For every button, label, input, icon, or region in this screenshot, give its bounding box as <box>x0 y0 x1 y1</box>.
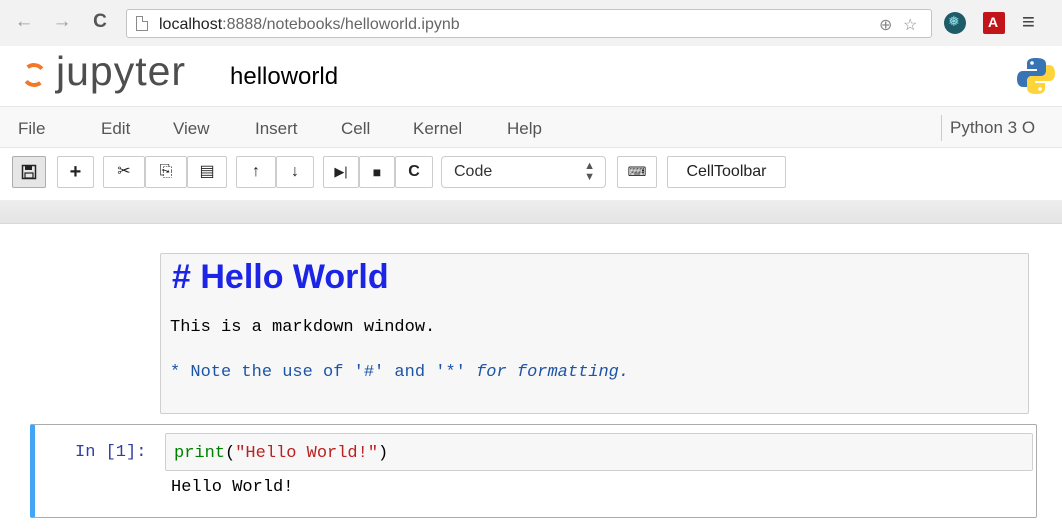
keyboard-icon: ⌨ <box>627 164 647 179</box>
menu-help[interactable]: Help <box>507 119 542 139</box>
cell-type-select[interactable]: Code ▲ ▼ <box>441 156 606 188</box>
cut-button[interactable]: ✂ <box>103 156 145 188</box>
url-host: localhost <box>159 16 223 33</box>
menu-view[interactable]: View <box>173 119 210 139</box>
stop-icon: ■ <box>372 164 382 180</box>
forward-arrow-icon[interactable]: → <box>50 10 74 34</box>
select-arrows-icon: ▲ ▼ <box>584 160 595 183</box>
celltoolbar-button[interactable]: CellToolbar <box>667 156 786 188</box>
move-down-icon: ↓ <box>291 163 299 180</box>
move-up-button[interactable]: ↑ <box>236 156 276 188</box>
paste-button[interactable]: ▤ <box>187 156 227 188</box>
markdown-note-text: * Note the use of '#' and '*' <box>170 363 477 382</box>
star-icon[interactable]: ☆ <box>903 15 917 35</box>
code-string: "Hello World!" <box>235 444 379 463</box>
url-path: :8888/notebooks/helloworld.ipynb <box>222 16 460 33</box>
code-paren-close: ) <box>378 444 389 463</box>
markdown-heading: # Hello World <box>172 258 389 296</box>
url-text[interactable]: localhost:8888/notebooks/helloworld.ipyn… <box>159 16 460 34</box>
menu-cell[interactable]: Cell <box>341 119 370 139</box>
copy-icon: ⎘ <box>159 163 173 180</box>
jupyter-logo-text[interactable]: jupyter <box>56 48 186 95</box>
code-builtin: print <box>174 444 226 463</box>
zoom-icon[interactable]: ⊕ <box>879 15 892 35</box>
markdown-cell[interactable]: # Hello World This is a markdown window.… <box>160 253 1029 414</box>
back-arrow-icon[interactable]: ← <box>12 10 36 34</box>
menu-insert[interactable]: Insert <box>255 119 298 139</box>
code-editor[interactable]: print("Hello World!") <box>165 433 1033 471</box>
notebook-name[interactable]: helloworld <box>230 63 338 91</box>
menu-edit[interactable]: Edit <box>101 119 130 139</box>
run-icon: ▶| <box>334 164 348 179</box>
cut-icon: ✂ <box>117 163 131 180</box>
kernel-indicator[interactable]: Python 3 O <box>941 115 1035 141</box>
restart-icon: C <box>408 163 420 180</box>
run-button[interactable]: ▶| <box>323 156 359 188</box>
stop-button[interactable]: ■ <box>359 156 395 188</box>
extension-icon[interactable] <box>944 12 966 34</box>
page-icon <box>136 16 148 31</box>
move-down-button[interactable]: ↓ <box>276 156 314 188</box>
markdown-line: This is a markdown window. <box>170 318 436 337</box>
browser-toolbar: ← → C localhost:8888/notebooks/helloworl… <box>0 0 1062 46</box>
markdown-list-item: * Note the use of '#' and '*' for format… <box>170 363 629 382</box>
markdown-emphasis: for formatting. <box>476 363 630 382</box>
keyboard-shortcuts-button[interactable]: ⌨ <box>617 156 657 188</box>
cell-type-value: Code <box>454 163 493 180</box>
reload-icon[interactable]: C <box>88 10 112 34</box>
menu-icon[interactable]: ≡ <box>1022 10 1035 34</box>
restart-button[interactable]: C <box>395 156 433 188</box>
menu-kernel[interactable]: Kernel <box>413 119 462 139</box>
add-cell-button[interactable]: + <box>57 156 94 188</box>
menu-file[interactable]: File <box>18 119 45 139</box>
copy-button[interactable]: ⎘ <box>145 156 187 188</box>
header-shadow <box>0 200 1062 224</box>
move-up-icon: ↑ <box>252 163 260 180</box>
input-prompt: In [1]: <box>75 443 147 462</box>
cell-output: Hello World! <box>171 478 294 497</box>
code-line: print("Hello World!") <box>174 444 388 463</box>
paste-icon: ▤ <box>199 163 215 180</box>
pdf-icon[interactable] <box>983 12 1005 34</box>
jupyter-header: jupyter helloworld <box>0 46 1062 106</box>
add-cell-icon: + <box>69 161 82 183</box>
code-paren-open: ( <box>225 444 236 463</box>
save-button[interactable] <box>12 156 46 188</box>
save-icon <box>21 164 37 180</box>
notebook-area: # Hello World This is a markdown window.… <box>0 224 1062 530</box>
address-bar[interactable]: localhost:8888/notebooks/helloworld.ipyn… <box>126 9 932 38</box>
jupyter-logo-icon[interactable] <box>20 61 48 89</box>
notebook-toolbar: + ✂ ⎘ ▤ ↑ ↓ ▶| ■ C Code ▲ ▼ ⌨ CellToolbar <box>0 148 1062 200</box>
code-cell[interactable]: In [1]: print("Hello World!") Hello Worl… <box>30 424 1037 518</box>
menubar: File Edit View Insert Cell Kernel Help P… <box>0 106 1062 148</box>
python-logo-icon <box>1017 58 1055 94</box>
